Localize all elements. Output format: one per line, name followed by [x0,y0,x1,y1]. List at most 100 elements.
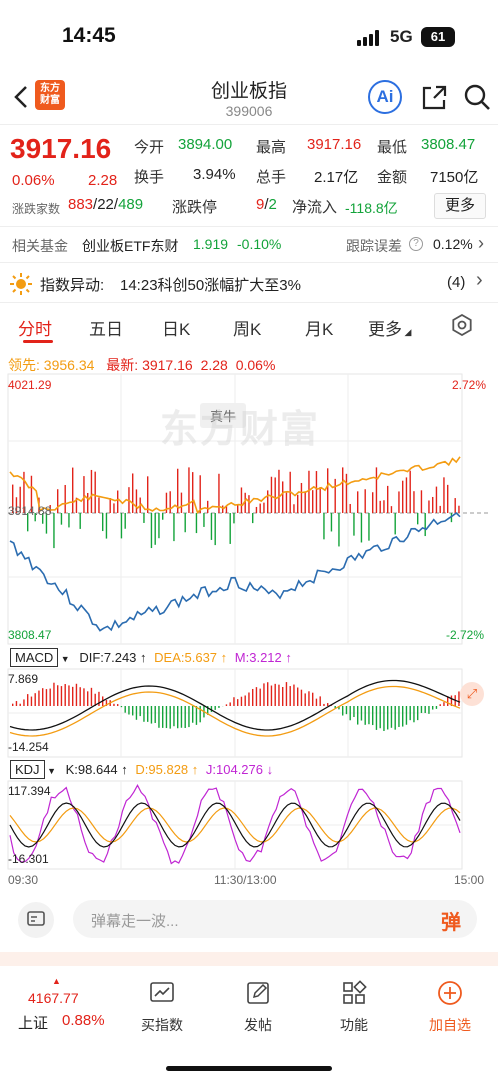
macd-chart[interactable] [0,668,498,758]
macd-bar [38,690,40,706]
macd-bar [218,706,220,708]
macd-bar [252,688,254,706]
macd-bar [113,703,115,706]
post-label: 发帖 [244,1017,272,1033]
flow-bar [90,469,93,513]
flow-bar [207,500,209,513]
buy-index-tab[interactable]: 买指数 [122,980,202,1035]
macd-top-label: 7.869 [8,672,39,686]
macd-bar [267,682,269,706]
related-fund-row[interactable]: 相关基金 创业板ETF东财 1.919 -0.10% 跟踪误差 ? 0.12% … [0,228,498,258]
tab-daily[interactable]: 日K [162,315,190,340]
flow-bar [447,484,449,513]
flow-bar [345,473,348,513]
tab-monthly[interactable]: 月K [305,315,333,340]
ai-button[interactable]: Ai [368,80,402,114]
comment-placeholder: 弹幕走一波... [91,913,179,930]
flow-bar [435,486,438,513]
macd-bar [188,706,190,728]
post-tab[interactable]: 发帖 [218,980,298,1035]
settings-icon[interactable] [451,314,473,336]
macd-bar [124,706,126,713]
tab-5day[interactable]: 五日 [89,315,123,340]
macd-bar [439,704,441,706]
share-icon[interactable] [420,82,448,112]
turnover-label: 换手 [134,169,165,186]
macd-bar [195,706,198,725]
tab-weekly[interactable]: 周K [233,315,261,340]
flow-bar [117,490,119,513]
flow-bar [375,467,378,513]
y-mid-label: 3914.88 [8,504,52,518]
macd-bar [75,683,78,706]
more-button[interactable]: 更多 [434,193,486,219]
macd-bar [263,683,265,706]
pct-top-label: 2.72% [452,378,487,392]
flow-bar [229,513,231,544]
pct-bottom-label: -2.72% [446,628,485,642]
updown-label: 涨跌家数 [12,202,61,216]
help-icon[interactable]: ? [409,237,423,251]
inflow-value: -118.8亿 [345,200,398,216]
macd-bar [304,693,306,706]
flow-bar [293,504,295,513]
open-value: 3894.00 [178,136,233,153]
flow-bar [72,467,74,513]
macd-bar [128,706,130,715]
current-price: 3917.16 [10,133,112,164]
fund-pct: -0.10% [237,236,282,252]
macd-bar [79,687,81,706]
high-value: 3917.16 [307,136,362,153]
period-tabs: 分时 五日 日K 周K 月K 更多 ◢ [0,305,498,345]
flow-bar [330,513,333,532]
macd-bar [214,706,216,710]
flow-bar [210,513,213,540]
macd-bar [57,685,59,706]
flow-bar [327,468,329,513]
flow-bar [98,497,100,513]
flow-bar [252,513,254,524]
flow-bar [270,476,273,513]
danmaku-toggle[interactable] [18,902,54,938]
macd-bar [255,687,258,706]
macd-bar [117,704,119,706]
macd-selector[interactable]: MACD [10,648,59,667]
kdj-chart[interactable] [0,780,498,870]
macd-bar [300,689,303,706]
index-ticker[interactable]: ▲ 4167.77 上证 0.88% [0,966,105,1046]
macd-bar [154,706,156,723]
tab-more[interactable]: 更多 ◢ [368,315,411,340]
turnover-value: 3.94% [193,166,236,183]
kdj-selector[interactable]: KDJ [10,760,45,779]
flow-bar [383,500,385,513]
macd-bar [53,682,55,706]
macd-bar [420,706,423,713]
flow-bar [420,490,423,513]
search-icon[interactable] [462,82,492,112]
macd-bar [315,698,318,706]
buy-index-label: 买指数 [141,1017,183,1033]
macd-bar [285,682,288,706]
macd-bar [68,685,70,706]
status-time: 14:45 [62,24,116,47]
macd-bar [233,697,235,706]
danmaku-send-button[interactable]: 弹 [441,906,461,935]
features-tab[interactable]: 功能 [314,980,394,1035]
add-watchlist-tab[interactable]: 加自选 [410,980,490,1035]
flow-bar [259,503,261,513]
flow-bar [64,484,66,513]
expand-icon[interactable]: ⤢ [460,682,484,706]
tab-intraday[interactable]: 分时 [18,315,52,340]
flow-bar [319,487,321,513]
macd-bar [372,706,374,726]
updown-counts: 883/22/489 [68,196,144,213]
alert-row[interactable]: 指数异动: 14:23科创50涨幅扩大至3% (4) › [0,264,498,302]
macd-bar [225,704,228,706]
flow-bar [143,513,145,523]
volume-value: 2.17亿 [314,169,359,186]
macd-bar [184,706,186,728]
comment-input[interactable]: 弹幕走一波... 弹 [73,900,477,938]
flow-bar [199,475,201,513]
macd-bar [327,703,329,706]
macd-bar [162,706,164,728]
